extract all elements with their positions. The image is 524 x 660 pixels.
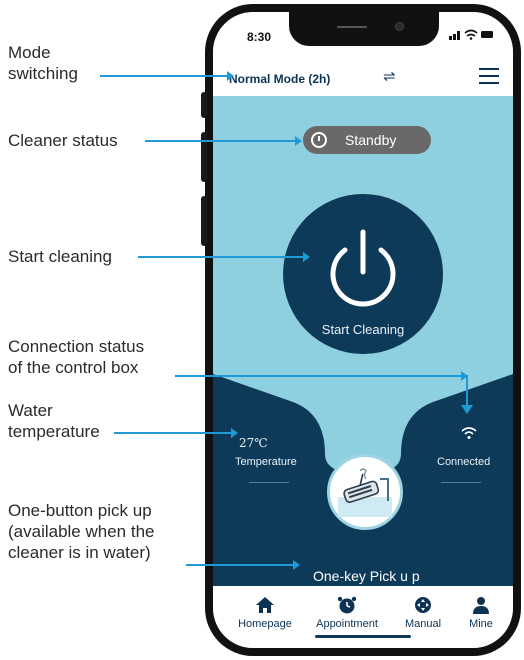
temperature-label: Temperature — [235, 456, 297, 468]
pickup-illustration[interactable] — [327, 454, 403, 530]
annotation-mode-switching: Mode switching — [8, 43, 78, 83]
connection-divider — [441, 482, 481, 483]
temperature-divider — [249, 482, 289, 483]
phone-side-button — [201, 92, 207, 118]
start-cleaning-label: Start Cleaning — [321, 322, 405, 337]
speaker-grille — [337, 26, 367, 28]
annotation-pickup: One-button pick up (available when the c… — [8, 501, 155, 562]
wifi-icon — [461, 427, 477, 439]
signal-wifi-battery-icon — [449, 29, 493, 40]
home-indicator — [315, 635, 411, 638]
cleaner-status-label: Standby — [345, 132, 397, 148]
arrow-mode-tip — [100, 71, 234, 81]
cleaner-status-badge: Standby — [303, 126, 431, 154]
annotation-connection: Connection status of the control box — [8, 337, 145, 377]
arrow-start-tip — [138, 252, 310, 262]
phone-notch — [289, 12, 439, 46]
start-cleaning-button[interactable]: Start Cleaning — [283, 194, 443, 354]
arrow-temperature-tip — [114, 428, 238, 438]
arrow-pickup-tip — [186, 560, 300, 570]
system-icons — [449, 28, 495, 43]
user-icon — [473, 597, 489, 614]
arrow-connection-tip — [175, 371, 468, 381]
menu-icon[interactable] — [479, 68, 499, 89]
tab-homepage[interactable]: Homepage — [235, 596, 295, 630]
annotation-water-temp: Water temperature — [8, 401, 100, 441]
tab-homepage-label: Homepage — [238, 618, 292, 630]
alarm-clock-icon — [337, 596, 357, 614]
annotation-start-cleaning: Start cleaning — [8, 247, 112, 266]
front-camera — [395, 22, 404, 31]
tab-manual-label: Manual — [404, 618, 442, 630]
joystick-icon — [415, 597, 431, 613]
connection-status-label: Connected — [437, 456, 491, 468]
arrow-connection-head — [461, 405, 473, 414]
clock-icon — [311, 132, 327, 148]
phone-side-button — [201, 196, 207, 246]
arrow-connection-down — [466, 375, 468, 409]
pool-cleaner-icon — [338, 468, 392, 517]
home-icon — [256, 597, 274, 613]
annotation-cleaner-status: Cleaner status — [8, 131, 118, 150]
tab-mine[interactable]: Mine — [461, 596, 501, 630]
temperature-value: 27℃ — [239, 436, 268, 450]
arrow-status-tip — [145, 136, 302, 146]
tab-mine-label: Mine — [469, 618, 493, 630]
clock-time: 8:30 — [247, 30, 272, 44]
bottom-tab-bar: Homepage Appointment Manual Mine — [213, 586, 513, 648]
tab-manual[interactable]: Manual — [397, 596, 449, 630]
swap-mode-icon[interactable]: ⇌ — [383, 67, 396, 85]
tab-appointment[interactable]: Appointment — [311, 596, 383, 630]
app-screen: 8:30 Normal Mode (2h) ⇌ Standby Start Cl… — [213, 12, 513, 648]
one-key-pickup-button[interactable]: One-key Pick u p — [313, 568, 420, 584]
tab-appointment-label: Appointment — [316, 618, 378, 630]
mode-label[interactable]: Normal Mode (2h) — [229, 72, 330, 86]
